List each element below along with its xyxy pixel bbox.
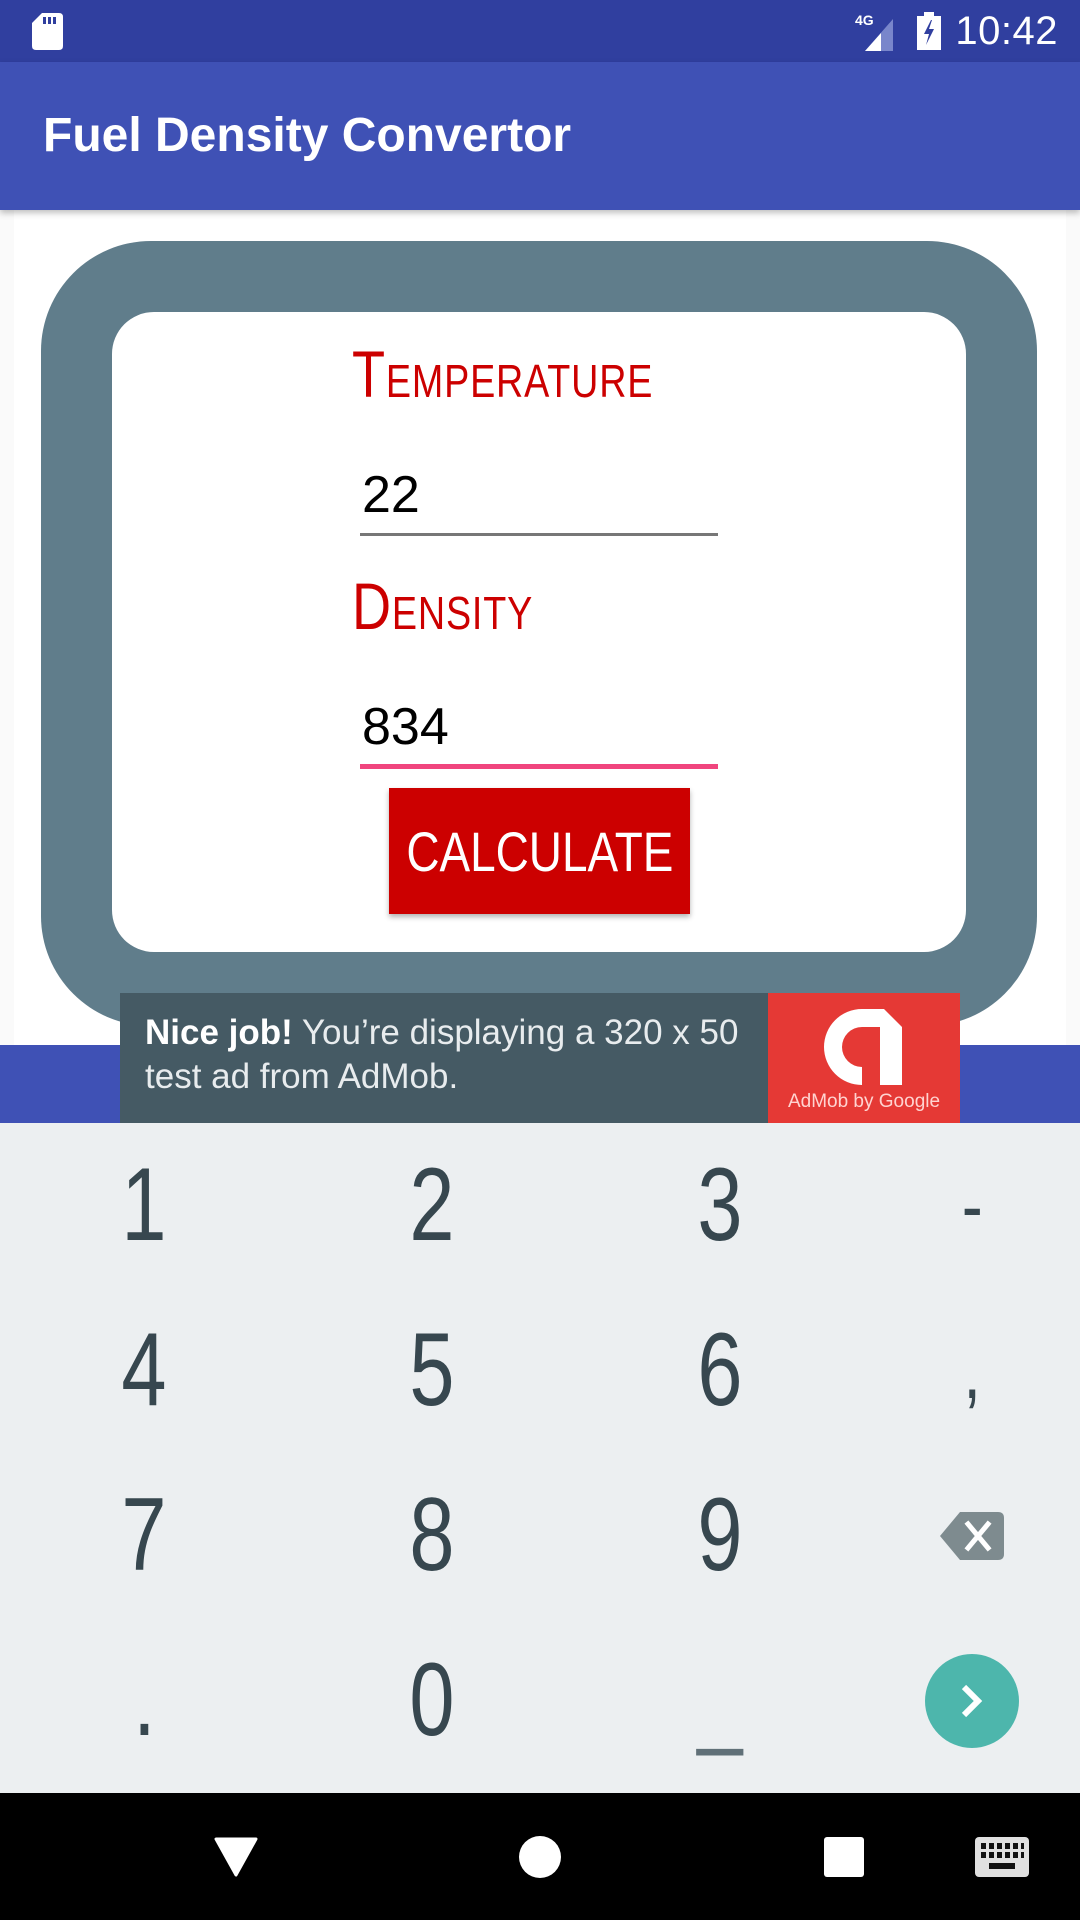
recents-square-icon (824, 1836, 864, 1877)
sd-card-icon (32, 13, 63, 50)
admob-logo: AdMob by Google (768, 993, 960, 1123)
battery-charging-icon (917, 12, 942, 50)
admob-brand-label: AdMob by Google (787, 1091, 941, 1112)
key-0[interactable]: 0 (297, 1618, 567, 1783)
network-type-label: 4G (855, 12, 874, 28)
calculate-button-label: CALCULATE (405, 819, 674, 883)
key-3[interactable]: 3 (585, 1123, 855, 1288)
key-next[interactable] (837, 1618, 1080, 1783)
admob-logo-icon (824, 1009, 902, 1085)
key-minus[interactable]: - (837, 1123, 1080, 1288)
app-title: Fuel Density Convertor (43, 109, 572, 162)
key-7[interactable]: 7 (9, 1453, 279, 1618)
key-period[interactable]: . (9, 1618, 279, 1783)
keyboard-switch-button[interactable] (942, 1793, 1062, 1920)
key-5[interactable]: 5 (297, 1288, 567, 1453)
ad-text: Nice job! You’re displaying a 320 x 50 t… (120, 993, 768, 1123)
temperature-input[interactable] (360, 455, 718, 535)
next-arrow-icon (925, 1653, 1019, 1748)
backspace-icon (940, 1511, 1004, 1560)
home-circle-icon (519, 1835, 561, 1878)
ad-banner[interactable]: Nice job! You’re displaying a 320 x 50 t… (120, 993, 960, 1123)
recents-button[interactable] (784, 1793, 904, 1920)
home-button[interactable] (480, 1793, 600, 1920)
back-triangle-icon (214, 1837, 258, 1876)
ad-headline: Nice job! (145, 1013, 293, 1052)
density-underline-focused (360, 764, 718, 769)
app-bar: Fuel Density Convertor (0, 62, 1080, 210)
navigation-bar (0, 1793, 1080, 1920)
temperature-label: Temperature (352, 337, 654, 411)
key-6[interactable]: 6 (585, 1288, 855, 1453)
numeric-keyboard: 1 2 3 - 4 5 6 , 7 8 9 . 0 _ (0, 1123, 1080, 1793)
status-bar: 4G 10:42 (0, 0, 1080, 62)
temperature-underline (360, 533, 718, 536)
key-1[interactable]: 1 (9, 1123, 279, 1288)
density-input[interactable] (360, 687, 718, 767)
calculate-button[interactable]: CALCULATE (389, 788, 690, 914)
clock: 10:42 (955, 8, 1058, 53)
back-button[interactable] (176, 1793, 296, 1920)
keyboard-icon (975, 1836, 1029, 1877)
key-9[interactable]: 9 (585, 1453, 855, 1618)
key-8[interactable]: 8 (297, 1453, 567, 1618)
density-label: Density (352, 569, 534, 643)
key-comma[interactable]: , (837, 1288, 1080, 1453)
signal-icon: 4G (855, 11, 903, 51)
key-4[interactable]: 4 (9, 1288, 279, 1453)
key-2[interactable]: 2 (297, 1123, 567, 1288)
key-underscore[interactable]: _ (585, 1618, 855, 1783)
key-backspace[interactable] (837, 1453, 1080, 1618)
